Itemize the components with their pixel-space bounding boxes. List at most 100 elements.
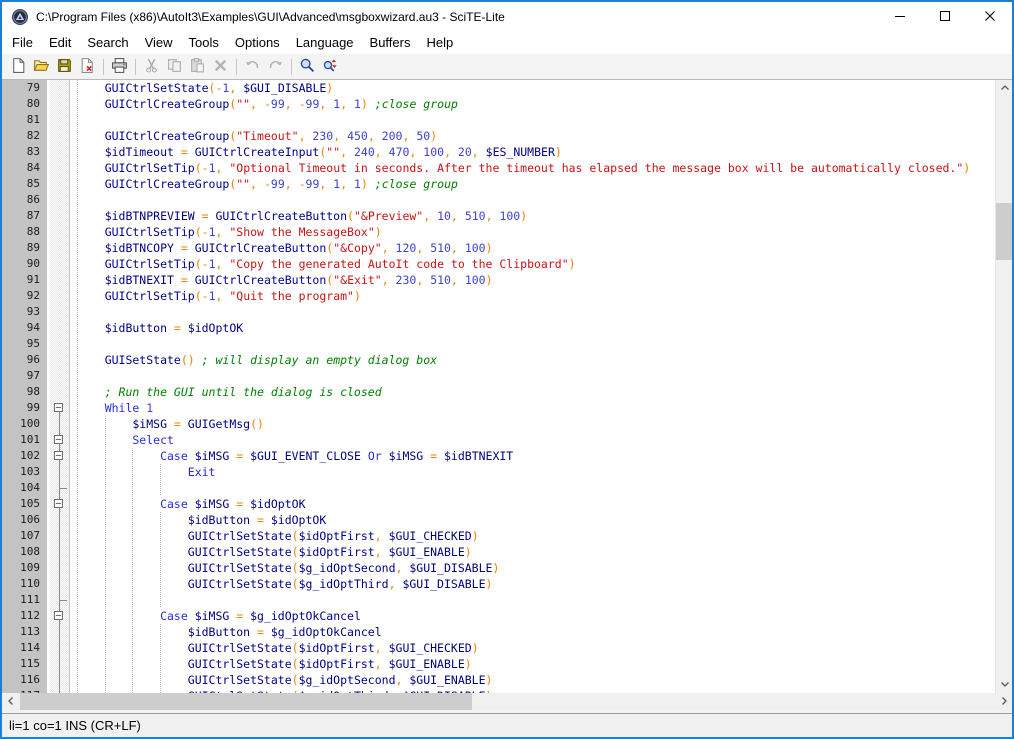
indent-guide xyxy=(77,176,78,192)
line-number: 109 xyxy=(2,560,47,576)
code-text[interactable]: GUICtrlSetState($idOptFirst, $GUI_CHECKE… xyxy=(70,528,995,544)
menu-item-tools[interactable]: Tools xyxy=(181,32,227,54)
menu-item-options[interactable]: Options xyxy=(227,32,288,54)
code-text[interactable]: GUICtrlSetState($g_idOptThird, $GUI_DISA… xyxy=(70,576,995,592)
minimize-icon xyxy=(892,8,908,27)
code-text[interactable]: GUICtrlSetState($idOptFirst, $GUI_ENABLE… xyxy=(70,656,995,672)
code-text[interactable]: While 1 xyxy=(70,400,995,416)
find-next-button[interactable] xyxy=(319,56,342,78)
code-text[interactable]: GUICtrlSetState($g_idOptSecond, $GUI_ENA… xyxy=(70,672,995,688)
fold-toggle[interactable] xyxy=(54,499,63,508)
maximize-button[interactable] xyxy=(922,2,967,32)
code-line: 83 $idTimeout = GUICtrlCreateInput("", 24… xyxy=(2,144,995,160)
code-text[interactable] xyxy=(70,480,995,496)
fold-margin-cell xyxy=(50,144,70,160)
code-text[interactable]: Case $iMSG = $g_idOptOkCancel xyxy=(70,608,995,624)
code-text[interactable]: GUICtrlSetTip(-1, "Copy the generated Au… xyxy=(70,256,995,272)
code-text[interactable]: GUICtrlSetState($g_idOptSecond, $GUI_DIS… xyxy=(70,560,995,576)
fold-toggle[interactable] xyxy=(54,403,63,412)
code-line: 81 xyxy=(2,112,995,128)
hscroll-thumb[interactable] xyxy=(20,693,472,710)
code-text[interactable]: Case $iMSG = $idOptOK xyxy=(70,496,995,512)
open-file-button[interactable] xyxy=(30,56,53,78)
code-text[interactable]: GUICtrlCreateGroup("", -99, -99, 1, 1) ;… xyxy=(70,96,995,112)
code-text[interactable]: ; Run the GUI until the dialog is closed xyxy=(70,384,995,400)
fold-toggle[interactable] xyxy=(54,451,63,460)
code-line: 87 $idBTNPREVIEW = GUICtrlCreateButton("&… xyxy=(2,208,995,224)
indent-guide xyxy=(105,640,106,656)
code-text[interactable] xyxy=(70,304,995,320)
menu-item-language[interactable]: Language xyxy=(288,32,362,54)
code-line: 79GUICtrlSetState(-1, $GUI_DISABLE) xyxy=(2,80,995,96)
code-text[interactable]: GUICtrlSetState($idOptFirst, $GUI_ENABLE… xyxy=(70,544,995,560)
scroll-down-button[interactable] xyxy=(996,676,1013,693)
code-text[interactable]: GUICtrlSetTip(-1, "Quit the program") xyxy=(70,288,995,304)
menu-item-view[interactable]: View xyxy=(137,32,181,54)
scroll-left-button[interactable] xyxy=(2,693,19,710)
indent-guide xyxy=(105,560,106,576)
close-file-button[interactable] xyxy=(76,56,99,78)
menu-item-edit[interactable]: Edit xyxy=(41,32,79,54)
code-text[interactable]: $idButton = $idOptOK xyxy=(70,512,995,528)
code-text[interactable]: GUISetState() ; will display an empty di… xyxy=(70,352,995,368)
code-text[interactable]: GUICtrlSetTip(-1, "Optional Timeout in s… xyxy=(70,160,995,176)
minimize-button[interactable] xyxy=(877,2,922,32)
line-number: 87 xyxy=(2,208,47,224)
new-file-button[interactable] xyxy=(7,56,30,78)
fold-toggle[interactable] xyxy=(54,611,63,620)
menu-item-buffers[interactable]: Buffers xyxy=(362,32,419,54)
code-text[interactable]: $idBTNCOPY = GUICtrlCreateButton("&Copy"… xyxy=(70,240,995,256)
code-text[interactable]: Select xyxy=(70,432,995,448)
paste-button xyxy=(186,56,209,78)
code-text[interactable] xyxy=(70,368,995,384)
close-button[interactable] xyxy=(967,2,1012,32)
menu-item-search[interactable]: Search xyxy=(79,32,136,54)
code-text[interactable]: GUICtrlSetTip(-1, "Show the MessageBox") xyxy=(70,224,995,240)
code-line-tokens: $idTimeout = GUICtrlCreateInput("", 240,… xyxy=(70,144,562,160)
code-text[interactable] xyxy=(70,192,995,208)
save-file-button[interactable] xyxy=(53,56,76,78)
code-text[interactable]: GUICtrlCreateGroup("Timeout", 230, 450, … xyxy=(70,128,995,144)
code-text[interactable]: $idTimeout = GUICtrlCreateInput("", 240,… xyxy=(70,144,995,160)
horizontal-scrollbar[interactable] xyxy=(2,693,1012,710)
print-button[interactable] xyxy=(108,56,131,78)
menu-item-help[interactable]: Help xyxy=(418,32,461,54)
code-text[interactable]: $idButton = $g_idOptOkCancel xyxy=(70,624,995,640)
line-number: 84 xyxy=(2,160,47,176)
code-text[interactable]: GUICtrlSetState(-1, $GUI_DISABLE) xyxy=(70,80,995,96)
code-text[interactable]: Exit xyxy=(70,464,995,480)
line-number: 83 xyxy=(2,144,47,160)
vscroll-track[interactable] xyxy=(996,97,1012,676)
code-text[interactable]: $idBTNEXIT = GUICtrlCreateButton("&Exit"… xyxy=(70,272,995,288)
code-text[interactable]: $iMSG = GUIGetMsg() xyxy=(70,416,995,432)
toolbar-separator xyxy=(135,59,136,75)
scroll-up-button[interactable] xyxy=(996,80,1013,97)
code-text[interactable]: Case $iMSG = $GUI_EVENT_CLOSE Or $iMSG =… xyxy=(70,448,995,464)
code-text[interactable] xyxy=(70,112,995,128)
fold-end-tick xyxy=(59,488,67,489)
vscroll-thumb[interactable] xyxy=(996,203,1012,260)
code-line-tokens: Case $iMSG = $GUI_EVENT_CLOSE Or $iMSG =… xyxy=(70,448,513,464)
code-line: 95 xyxy=(2,336,995,352)
code-text[interactable]: $idBTNPREVIEW = GUICtrlCreateButton("&Pr… xyxy=(70,208,995,224)
code-text[interactable]: GUICtrlCreateGroup("", -99, -99, 1, 1) ;… xyxy=(70,176,995,192)
menubar: FileEditSearchViewToolsOptionsLanguageBu… xyxy=(2,32,1012,54)
scroll-right-button[interactable] xyxy=(995,693,1012,710)
indent-guide xyxy=(77,448,78,464)
indent-guide xyxy=(77,640,78,656)
fold-margin-cell xyxy=(50,448,70,464)
code-text[interactable]: $idButton = $idOptOK xyxy=(70,320,995,336)
code-text[interactable] xyxy=(70,592,995,608)
fold-toggle[interactable] xyxy=(54,435,63,444)
line-number: 103 xyxy=(2,464,47,480)
code-text[interactable] xyxy=(70,336,995,352)
hscroll-track[interactable] xyxy=(19,693,995,710)
vertical-scrollbar[interactable] xyxy=(995,80,1012,693)
code-line: 94$idButton = $idOptOK xyxy=(2,320,995,336)
code-text[interactable]: GUICtrlSetState($idOptFirst, $GUI_CHECKE… xyxy=(70,640,995,656)
code-area[interactable]: 79GUICtrlSetState(-1, $GUI_DISABLE)80GUI… xyxy=(2,80,995,693)
find-button[interactable] xyxy=(296,56,319,78)
menu-item-file[interactable]: File xyxy=(4,32,41,54)
fold-margin-cell xyxy=(50,496,70,512)
indent-guide xyxy=(132,544,133,560)
